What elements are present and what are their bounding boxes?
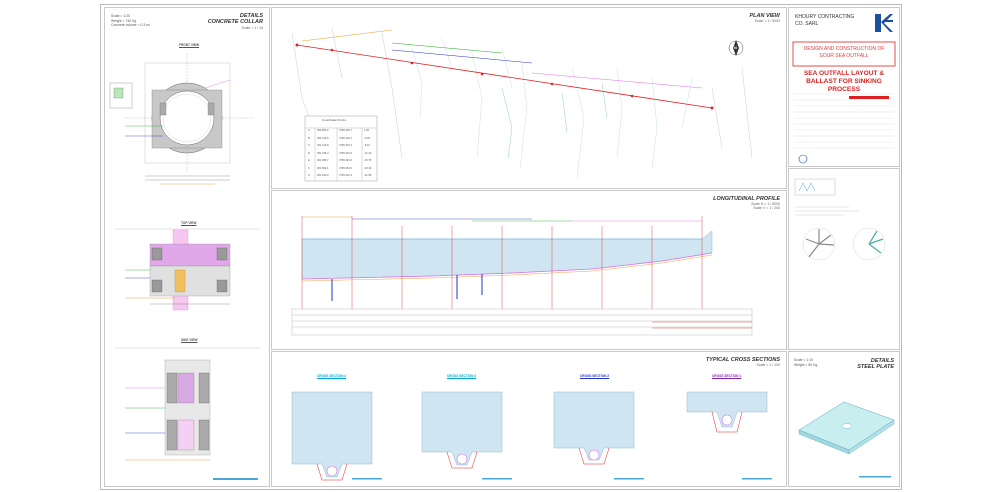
side-view-label: SIDE VIEW bbox=[181, 338, 198, 342]
kc-logo-icon bbox=[875, 14, 893, 32]
steel-plate-drawing bbox=[798, 401, 895, 478]
wind-rose-drawing bbox=[794, 178, 886, 261]
table-row: C 361 120.8 3765 370.4 -8.10 bbox=[308, 144, 370, 147]
profile-drawing bbox=[291, 216, 753, 336]
drawing-sheet: Scale = 1:20 Weight = 740 Kg Concrete vo… bbox=[100, 4, 902, 490]
drawing-title-line2: BALLAST FOR SINKING PROCESS bbox=[806, 78, 882, 94]
collar-drawings bbox=[109, 53, 260, 480]
panel-cross-sections: TYPICAL CROSS SECTIONS Scale = 1 / 100 C… bbox=[271, 351, 787, 487]
table-row: B 361 010.5 3765 402.1 -3.25 bbox=[308, 136, 370, 140]
top-view-label: TOP VIEW bbox=[181, 221, 197, 225]
top-view-drawing bbox=[115, 228, 260, 311]
panel-longitudinal-profile: LONGITUDINAL PROFILE Scale H = 1 / 5000 … bbox=[271, 190, 787, 350]
sea-water-area bbox=[301, 230, 713, 280]
panel-steel-plate: Scale = 1:10 Weight = 80 Kg DETAILS STEE… bbox=[788, 351, 900, 487]
coordinate-table-title: Coordinate Points bbox=[322, 118, 346, 122]
cross-section-2-drawing bbox=[553, 391, 635, 465]
table-row: G 361 640.9 3765 212.3 -21.05 bbox=[308, 174, 372, 177]
table-row: A 360 950.2 3765 420.7 1.60 bbox=[308, 129, 370, 132]
side-view-drawing bbox=[115, 347, 260, 480]
north-label: N bbox=[734, 45, 737, 50]
drawing-title: SEA OUTFALL LAYOUT & BALLAST FOR SINKING… bbox=[793, 70, 895, 95]
cross-section-4-drawing bbox=[291, 391, 373, 481]
project-title: DESIGN AND CONSTRUCTION OF SOUR SEA OUTF… bbox=[803, 46, 885, 59]
table-row: F 361 502.1 3765 254.0 -18.30 bbox=[308, 166, 372, 170]
panel-concrete-collar: Scale = 1:20 Weight = 740 Kg Concrete vo… bbox=[104, 7, 270, 487]
panel-title-block: KHOURY CONTRACTING CO. SARL DESIGN AND C… bbox=[788, 7, 900, 167]
table-row: D 361 245.3 3765 332.9 -12.40 bbox=[308, 151, 372, 155]
cross-section-3-drawing bbox=[421, 391, 503, 469]
panel-plan-view: PLAN VIEW Scale = 1 / 5000 N Coordinate … bbox=[271, 7, 787, 189]
coordinate-table-rows: A 360 950.2 3765 420.7 1.60 B 361 010.5 3765 … bbox=[306, 129, 377, 182]
cross-section-1-drawing bbox=[686, 391, 768, 433]
drawing-title-line1: SEA OUTFALL LAYOUT & bbox=[803, 70, 885, 77]
cross-sections-drawing bbox=[291, 391, 772, 481]
front-view-drawing bbox=[109, 53, 255, 185]
panel-notes-wind-rose bbox=[788, 168, 900, 350]
table-row: E 361 380.7 3765 291.6 -15.75 bbox=[308, 159, 372, 162]
